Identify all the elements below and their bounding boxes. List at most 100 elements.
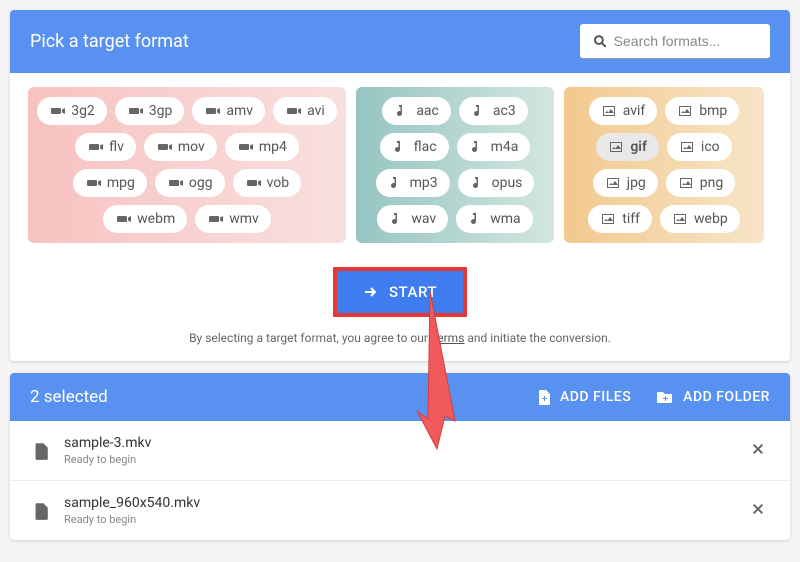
format-chip-mp3[interactable]: mp3 xyxy=(376,169,450,197)
format-chip-aac[interactable]: aac xyxy=(382,97,451,125)
chip-label: tiff xyxy=(622,211,640,227)
chip-label: webm xyxy=(137,211,175,227)
video-icon xyxy=(127,103,143,119)
format-chip-wma[interactable]: wma xyxy=(456,205,532,233)
file-name: sample_960x540.mkv xyxy=(64,495,746,511)
format-chip-amv[interactable]: amv xyxy=(192,97,265,125)
format-chip-flv[interactable]: flv xyxy=(75,133,136,161)
format-picker-panel: Pick a target format 3g2 3gp amv avi flv mov m… xyxy=(10,10,790,361)
format-chip-png[interactable]: png xyxy=(666,169,735,197)
add-file-icon xyxy=(534,388,552,406)
format-chip-wmv[interactable]: wmv xyxy=(195,205,271,233)
format-chip-webm[interactable]: webm xyxy=(103,205,187,233)
audio-icon xyxy=(469,139,485,155)
audio-icon xyxy=(470,175,486,191)
remove-file-button[interactable] xyxy=(746,497,770,525)
format-chip-gif[interactable]: gif xyxy=(596,133,659,161)
arrow-right-icon xyxy=(363,284,379,300)
chip-label: wav xyxy=(411,211,436,227)
add-files-button[interactable]: ADD FILES xyxy=(534,388,631,406)
format-chip-mov[interactable]: mov xyxy=(144,133,217,161)
file-status: Ready to begin xyxy=(64,453,746,466)
audio-icon xyxy=(468,211,484,227)
image-icon xyxy=(601,103,617,119)
format-chip-flac[interactable]: flac xyxy=(380,133,449,161)
file-name: sample-3.mkv xyxy=(64,435,746,451)
search-input[interactable] xyxy=(614,33,758,49)
format-chip-ogg[interactable]: ogg xyxy=(155,169,225,197)
format-chip-mpg[interactable]: mpg xyxy=(73,169,147,197)
chip-label: webp xyxy=(694,211,728,227)
format-chip-ac3[interactable]: ac3 xyxy=(459,97,528,125)
format-chip-mp4[interactable]: mp4 xyxy=(225,133,299,161)
audio-format-group: aac ac3 flac m4a mp3 opus wav wma xyxy=(356,87,554,243)
format-chip-opus[interactable]: opus xyxy=(458,169,535,197)
chip-label: wmv xyxy=(229,211,259,227)
file-icon xyxy=(30,441,50,461)
terms-suffix: and initiate the conversion. xyxy=(464,331,611,345)
chip-label: 3g2 xyxy=(71,103,95,119)
format-chip-tiff[interactable]: tiff xyxy=(588,205,652,233)
start-row: START xyxy=(10,253,790,325)
audio-icon xyxy=(471,103,487,119)
video-icon xyxy=(285,103,301,119)
format-chip-avi[interactable]: avi xyxy=(273,97,337,125)
image-icon xyxy=(677,103,693,119)
start-label: START xyxy=(389,283,437,301)
video-icon xyxy=(167,175,183,191)
formats-body: 3g2 3gp amv avi flv mov mp4 mpg ogg vob webm wmv aa… xyxy=(10,73,790,253)
video-icon xyxy=(245,175,261,191)
close-icon xyxy=(750,441,766,457)
chip-label: ac3 xyxy=(493,103,516,119)
format-chip-3g2[interactable]: 3g2 xyxy=(37,97,107,125)
format-chip-ico[interactable]: ico xyxy=(667,133,732,161)
file-icon xyxy=(30,501,50,521)
video-format-group: 3g2 3gp amv avi flv mov mp4 mpg ogg vob webm wmv xyxy=(28,87,346,243)
add-files-label: ADD FILES xyxy=(560,389,631,405)
file-info: sample_960x540.mkvReady to begin xyxy=(64,495,746,526)
video-icon xyxy=(85,175,101,191)
audio-icon xyxy=(392,139,408,155)
format-chip-wav[interactable]: wav xyxy=(377,205,448,233)
format-chip-webp[interactable]: webp xyxy=(660,205,740,233)
add-folder-button[interactable]: ADD FOLDER xyxy=(655,388,770,406)
format-chip-vob[interactable]: vob xyxy=(233,169,302,197)
chip-label: mp4 xyxy=(259,139,287,155)
chip-label: avi xyxy=(307,103,325,119)
start-button[interactable]: START xyxy=(333,267,467,317)
chip-label: bmp xyxy=(699,103,727,119)
selected-count: 2 selected xyxy=(30,387,108,407)
chip-label: mpg xyxy=(107,175,135,191)
remove-file-button[interactable] xyxy=(746,437,770,465)
chip-label: ogg xyxy=(189,175,213,191)
video-icon xyxy=(204,103,220,119)
image-format-group: avif bmp gificojpgpng tiff webp xyxy=(564,87,764,243)
format-chip-3gp[interactable]: 3gp xyxy=(115,97,185,125)
chip-label: m4a xyxy=(491,139,519,155)
terms-link[interactable]: Terms xyxy=(431,331,465,345)
audio-icon xyxy=(394,103,410,119)
video-icon xyxy=(207,211,223,227)
file-row: sample-3.mkv Ready to begin xyxy=(10,421,790,480)
files-panel: 2 selected ADD FILES ADD FOLDER sample-3… xyxy=(10,373,790,540)
video-icon xyxy=(115,211,131,227)
close-icon xyxy=(750,501,766,517)
file-list: sample-3.mkv Ready to begin sample_960x540… xyxy=(10,421,790,540)
audio-icon xyxy=(389,211,405,227)
chip-label: amv xyxy=(226,103,253,119)
format-chip-avif[interactable]: avif xyxy=(589,97,658,125)
image-icon xyxy=(679,139,695,155)
terms-prefix: By selecting a target format, you agree … xyxy=(189,331,431,345)
chip-label: flv xyxy=(109,139,124,155)
chip-label: 3gp xyxy=(149,103,173,119)
chip-label: wma xyxy=(490,211,520,227)
panel-title: Pick a target format xyxy=(30,31,189,52)
chip-label: opus xyxy=(492,175,523,191)
chip-label: mov xyxy=(178,139,205,155)
search-box[interactable] xyxy=(580,24,770,59)
image-icon xyxy=(672,211,688,227)
format-chip-m4a[interactable]: m4a xyxy=(457,133,531,161)
format-chip-jpg[interactable]: jpg xyxy=(593,169,658,197)
format-chip-bmp[interactable]: bmp xyxy=(665,97,739,125)
chip-label: flac xyxy=(414,139,437,155)
